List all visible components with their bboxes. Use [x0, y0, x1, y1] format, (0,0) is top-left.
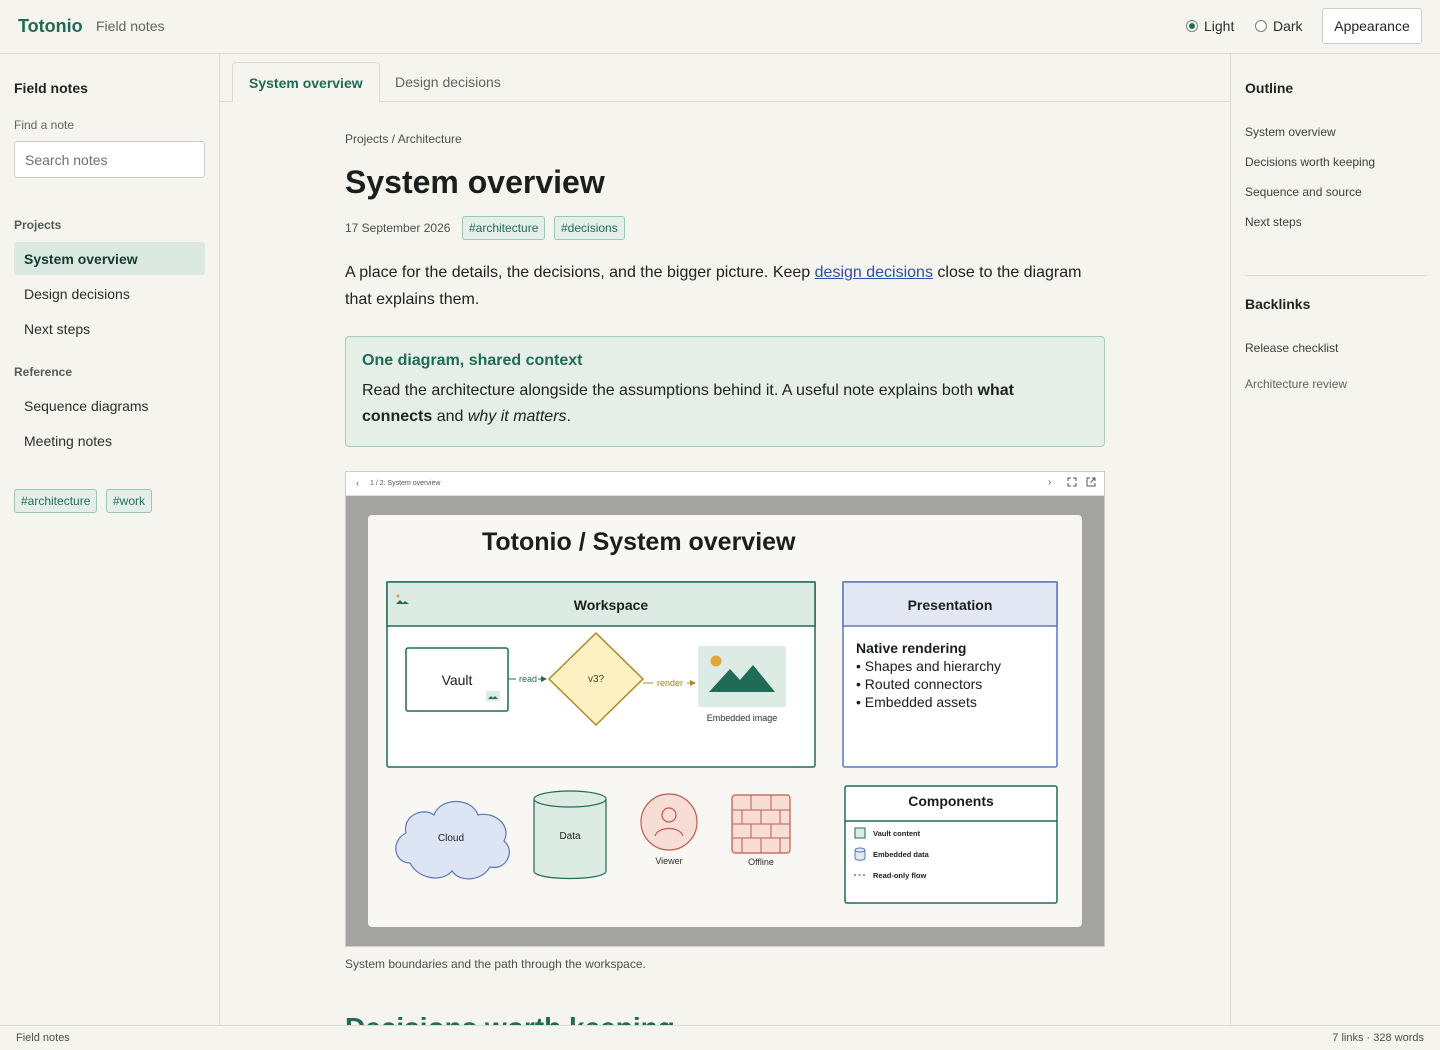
outline-item-sequence-and-source[interactable]: Sequence and source	[1245, 185, 1362, 199]
callout-text: Read the architecture alongside the assu…	[362, 382, 978, 399]
previous-page-icon[interactable]: ‹	[356, 478, 359, 488]
render-label: render	[657, 678, 683, 688]
presentation-label: Presentation	[908, 597, 993, 613]
intro-text: A place for the details, the decisions, …	[345, 264, 815, 281]
tab-bar: System overview Design decisions	[220, 54, 1230, 103]
light-label: Light	[1204, 18, 1235, 34]
sidebar-title: Field notes	[14, 80, 88, 96]
sidebar-item-next-steps[interactable]: Next steps	[14, 312, 205, 345]
search-label: Find a note	[14, 118, 75, 132]
dark-label: Dark	[1273, 18, 1303, 34]
theme-light-option[interactable]: Light	[1186, 18, 1234, 34]
callout-body: Read the architecture alongside the assu…	[362, 378, 1088, 430]
viewer-toolbar: ‹ 1 / 2: System overview ›	[346, 472, 1104, 496]
fit-screen-icon[interactable]	[1067, 477, 1077, 490]
backlinks-heading: Backlinks	[1245, 296, 1311, 312]
viewer-label: Viewer	[655, 856, 682, 866]
divider	[1245, 275, 1427, 276]
intro-paragraph: A place for the details, the decisions, …	[345, 259, 1085, 313]
workspace-group: Workspace Vault read v3? render Embedded…	[386, 581, 816, 768]
embedded-data-swatch	[854, 847, 866, 861]
breadcrumb[interactable]: Projects / Architecture	[345, 132, 462, 146]
outline-item-system-overview[interactable]: System overview	[1245, 125, 1336, 139]
vault-content-swatch	[854, 827, 866, 839]
backlink-architecture-review[interactable]: Architecture review	[1245, 377, 1347, 391]
outline-heading: Outline	[1245, 80, 1294, 96]
note-tag-architecture[interactable]: #architecture	[462, 216, 546, 240]
legend-read-only-flow: Read-only flow	[873, 871, 927, 880]
embedded-image-label: Embedded image	[707, 713, 778, 723]
legend-vault-content: Vault content	[873, 829, 921, 838]
right-sidebar: Outline System overview Decisions worth …	[1230, 54, 1440, 1025]
theme-dark-option[interactable]: Dark	[1255, 18, 1303, 34]
vault-label: Vault	[442, 672, 473, 688]
data-node: Data	[533, 790, 607, 880]
tag-work[interactable]: #work	[106, 489, 153, 513]
presentation-bullet: • Shapes and hierarchy	[856, 658, 1001, 674]
note-view: System overview Design decisions Project…	[220, 54, 1230, 1025]
status-bar: Field notes 7 links · 328 words	[0, 1025, 1440, 1050]
callout-title: One diagram, shared context	[362, 352, 583, 369]
outline-item-decisions-worth-keeping[interactable]: Decisions worth keeping	[1245, 155, 1375, 169]
tab-system-overview[interactable]: System overview	[232, 62, 380, 103]
brand-logo[interactable]: Totonio	[18, 16, 83, 37]
appearance-button[interactable]: Appearance	[1322, 8, 1422, 44]
viewer-node: Viewer	[640, 793, 698, 866]
tag-architecture[interactable]: #architecture	[14, 489, 98, 513]
status-vault-name: Field notes	[16, 1032, 70, 1044]
callout: One diagram, shared context Read the arc…	[345, 336, 1105, 447]
next-page-icon[interactable]: ›	[1048, 477, 1051, 488]
page-title: System overview	[345, 164, 605, 200]
section-heading: Decisions worth keeping	[345, 1012, 675, 1025]
callout-text-mid: and	[432, 408, 468, 425]
callout-text-end: .	[566, 408, 571, 425]
presentation-bullet: • Routed connectors	[856, 676, 982, 692]
diagram-slide: Totonio / System overview Workspace Vaul…	[368, 515, 1082, 927]
top-bar: Totonio Field notes Light Dark Appearanc…	[0, 0, 1440, 54]
outline-item-next-steps[interactable]: Next steps	[1245, 215, 1302, 229]
presentation-bullet: • Embedded assets	[856, 694, 977, 710]
callout-italic: why it matters	[467, 408, 567, 425]
sidebar-item-system-overview[interactable]: System overview	[14, 242, 205, 275]
sidebar-item-sequence-diagrams[interactable]: Sequence diagrams	[14, 389, 205, 422]
diagram-title: Totonio / System overview	[482, 528, 796, 556]
diagram-viewer: ‹ 1 / 2: System overview › Totonio / Sys…	[345, 471, 1105, 947]
tab-design-decisions[interactable]: Design decisions	[379, 62, 517, 102]
diagram-caption: System boundaries and the path through t…	[345, 957, 646, 971]
viewer-page-label: 1 / 2: System overview	[370, 480, 441, 487]
native-rendering-label: Native rendering	[856, 640, 966, 656]
cloud-node: Cloud	[395, 801, 510, 880]
sidebar-item-meeting-notes[interactable]: Meeting notes	[14, 424, 205, 457]
search-input[interactable]	[14, 141, 205, 178]
left-sidebar: Field notes Find a note Projects System …	[0, 54, 220, 1025]
components-label: Components	[908, 793, 994, 809]
status-word-count: 7 links · 328 words	[1332, 1032, 1424, 1044]
reference-heading: Reference	[14, 365, 73, 379]
projects-heading: Projects	[14, 218, 62, 232]
workspace-label: Workspace	[574, 597, 649, 613]
presentation-group: Presentation Native rendering • Shapes a…	[842, 581, 1058, 768]
legend-embedded-data: Embedded data	[873, 850, 930, 859]
sidebar-item-design-decisions[interactable]: Design decisions	[14, 277, 205, 310]
open-external-icon[interactable]	[1086, 477, 1096, 490]
vault-image-icon	[486, 691, 500, 701]
backlink-release-checklist[interactable]: Release checklist	[1245, 341, 1338, 355]
note-date: 17 September 2026	[345, 221, 451, 235]
vault-name: Field notes	[96, 18, 165, 34]
dark-radio[interactable]	[1255, 20, 1267, 32]
offline-label: Offline	[748, 857, 774, 867]
note-tag-decisions[interactable]: #decisions	[554, 216, 625, 240]
components-legend: Components Vault content Embedded data R…	[844, 785, 1058, 904]
design-decisions-link[interactable]: design decisions	[815, 264, 933, 281]
embedded-image-node	[698, 646, 786, 707]
viewer-canvas: Totonio / System overview Workspace Vaul…	[346, 496, 1104, 946]
light-radio[interactable]	[1186, 20, 1198, 32]
read-label: read	[519, 674, 537, 684]
data-label: Data	[559, 831, 581, 842]
cloud-label: Cloud	[438, 833, 464, 844]
offline-node: Offline	[731, 794, 791, 867]
decision-label: v3?	[588, 674, 605, 685]
architecture-diagram: Totonio / System overview Workspace Vaul…	[386, 528, 1058, 904]
